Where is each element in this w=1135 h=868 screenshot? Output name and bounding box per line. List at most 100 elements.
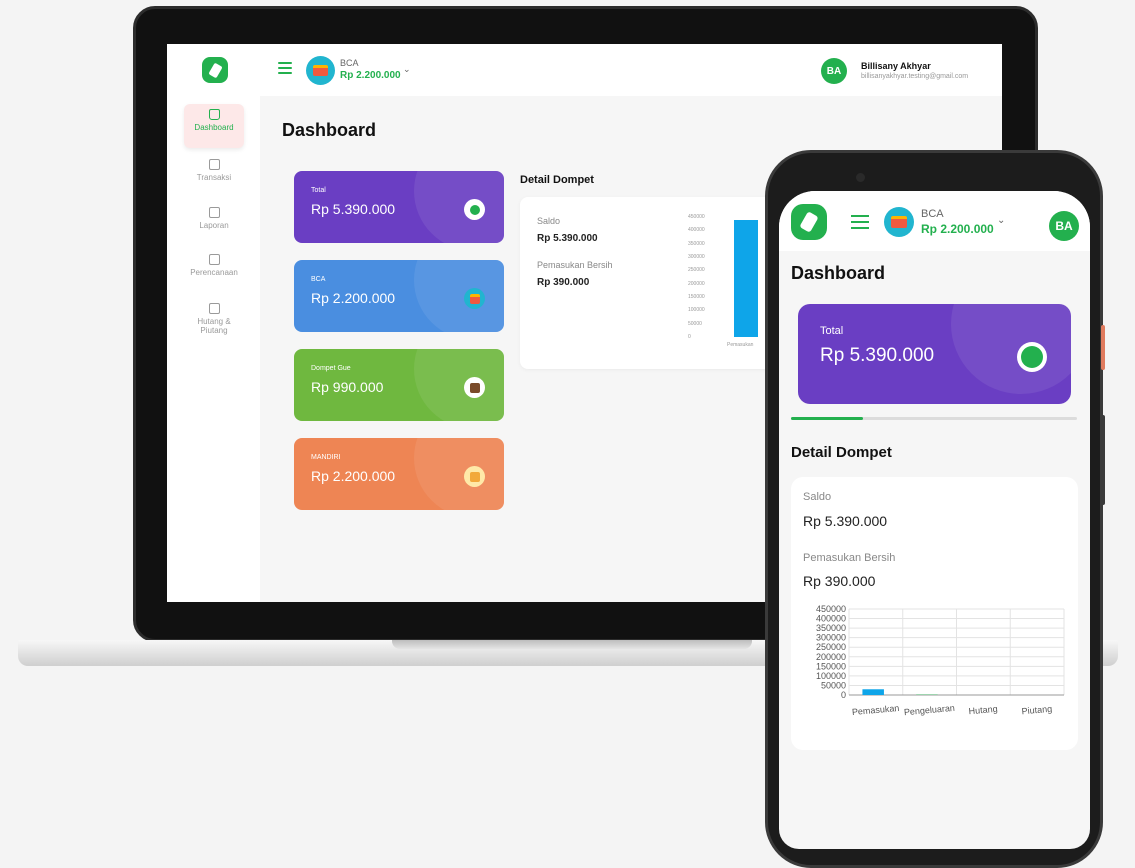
wallet-selector-amount[interactable]: Rp 2.200.000 [921,222,994,236]
hamburger-menu-icon[interactable] [851,215,869,229]
chevron-down-icon[interactable]: ⌄ [403,64,411,75]
mobile-screen: BCA Rp 2.200.000 ⌄ BA Dashboard Total Rp… [779,191,1090,849]
chevron-down-icon[interactable]: ⌄ [997,215,1005,226]
chart-y-tick: 50000 [821,680,846,690]
desktop-topbar: BCA Rp 2.200.000 ⌄ BA Billisany Akhyar b… [167,44,1002,96]
carousel-progress [791,417,1077,420]
pemasukan-value: Rp 390.000 [803,573,876,589]
wallet-icon [464,377,485,398]
carousel-progress-fill [791,417,863,420]
chart-y-tick: 0 [688,334,691,340]
chart-y-tick: 350000 [688,240,705,247]
wallet-card-bca[interactable]: BCA Rp 2.200.000 [294,260,504,332]
chart-bar [862,689,884,695]
wallet-selector-avatar[interactable] [306,56,335,85]
pemasukan-value: Rp 390.000 [537,277,590,288]
chart-x-tick: Hutang [968,704,998,716]
chart-y-tick: 350000 [816,623,846,633]
calendar-icon [208,254,220,265]
card-decoration [951,304,1071,394]
phone-camera [856,173,865,182]
user-email: billisanyakhyar.testing@gmail.com [861,73,969,80]
card-label: Total [820,325,844,337]
chart-y-tick: 100000 [688,307,705,314]
page-title: Dashboard [791,263,886,283]
brand-logo-icon[interactable] [202,57,228,83]
saldo-label: Saldo [537,216,561,226]
chart-y-tick: 400000 [816,614,846,624]
chart-y-tick: 450000 [816,604,846,614]
sidebar-item-label: Dashboard [194,123,234,132]
card-amount: Rp 5.390.000 [820,345,935,366]
phone-side-button [1101,325,1105,370]
chart-x-tick: Pemasukan [727,342,754,348]
sidebar-item-label-line2: Piutang [200,326,228,335]
chart-x-tick: Pengeluaran [904,703,956,717]
wallet-app-icon [464,199,485,220]
card-amount: Rp 990.000 [311,379,384,395]
card-label: MANDIRI [311,454,341,461]
receipt-icon [208,159,220,170]
chart-y-tick: 150000 [816,661,846,671]
chart-icon [208,207,220,218]
mobile-topbar: BCA Rp 2.200.000 ⌄ BA [779,191,1090,251]
card-amount: Rp 2.200.000 [311,468,396,484]
saldo-value: Rp 5.390.000 [537,233,598,244]
sidebar-item-dashboard[interactable]: Dashboard [184,104,244,148]
chart-y-tick: 450000 [688,214,705,220]
wallet-card-dompet-gue[interactable]: Dompet Gue Rp 990.000 [294,349,504,421]
chart-y-tick: 200000 [816,652,846,662]
laptop-notch [392,640,752,649]
chart-y-tick: 50000 [688,320,702,327]
detail-dompet-title: Detail Dompet [520,174,594,186]
chart-y-tick: 150000 [688,294,705,300]
mobile-chart: 4500004000003500003000002500002000001500… [816,604,1065,717]
user-avatar[interactable]: BA [821,58,847,84]
wallet-selector-amount[interactable]: Rp 2.200.000 [340,70,401,81]
stage: BCA Rp 2.200.000 ⌄ BA Billisany Akhyar b… [0,0,1135,868]
chart-y-tick: 400000 [688,227,705,234]
phone-side-button [1101,415,1105,505]
detail-dompet-title: Detail Dompet [791,444,892,461]
sidebar-item-label: Perencanaan [190,268,238,277]
user-name: Billisany Akhyar [861,61,931,71]
pemasukan-label: Pemasukan Bersih [537,260,613,270]
sidebar-item-hutang-piutang[interactable]: Hutang & Piutang [184,298,244,344]
chart-bar [734,219,758,337]
wallet-card-total[interactable]: Total Rp 5.390.000 [798,304,1071,404]
sidebar: Dashboard Transaksi Laporan Perencanaan … [167,96,260,602]
brand-logo-icon[interactable] [791,204,827,240]
id-card-icon [464,288,485,309]
card-label: Dompet Gue [311,365,351,372]
card-decoration [414,349,504,421]
sidebar-item-transaksi[interactable]: Transaksi [184,154,244,198]
wallet-card-total[interactable]: Total Rp 5.390.000 [294,171,504,243]
hamburger-menu-icon[interactable] [278,62,292,74]
user-avatar[interactable]: BA [1049,211,1079,241]
detail-dompet-panel: Saldo Rp 5.390.000 Pemasukan Bersih Rp 3… [520,197,780,369]
wallet-selector-name[interactable]: BCA [340,58,359,68]
chart-y-tick: 300000 [688,254,705,260]
wallet-card-mandiri[interactable]: MANDIRI Rp 2.200.000 [294,438,504,510]
saldo-label: Saldo [803,491,832,503]
chart-y-tick: 250000 [816,642,846,652]
sidebar-item-label: Laporan [199,221,229,230]
wallet-selector-name[interactable]: BCA [921,208,944,220]
chart-x-tick: Pemasukan [852,703,900,717]
chart-y-tick: 250000 [688,267,705,274]
sidebar-item-label: Hutang & [197,317,231,326]
page-title: Dashboard [282,120,377,140]
card-label: BCA [311,276,326,283]
sidebar-item-laporan[interactable]: Laporan [184,202,244,246]
sidebar-item-label: Transaksi [196,173,232,182]
chart-y-tick: 200000 [688,280,705,287]
card-decoration [414,171,504,243]
saldo-value: Rp 5.390.000 [803,513,888,529]
chart-y-tick: 100000 [816,671,846,681]
calculator-icon [464,466,485,487]
pemasukan-label: Pemasukan Bersih [803,552,896,564]
wallet-selector-avatar[interactable] [884,207,914,237]
sidebar-item-perencanaan[interactable]: Perencanaan [184,249,244,293]
wallet-app-icon [1017,342,1047,372]
card-amount: Rp 5.390.000 [311,201,396,217]
